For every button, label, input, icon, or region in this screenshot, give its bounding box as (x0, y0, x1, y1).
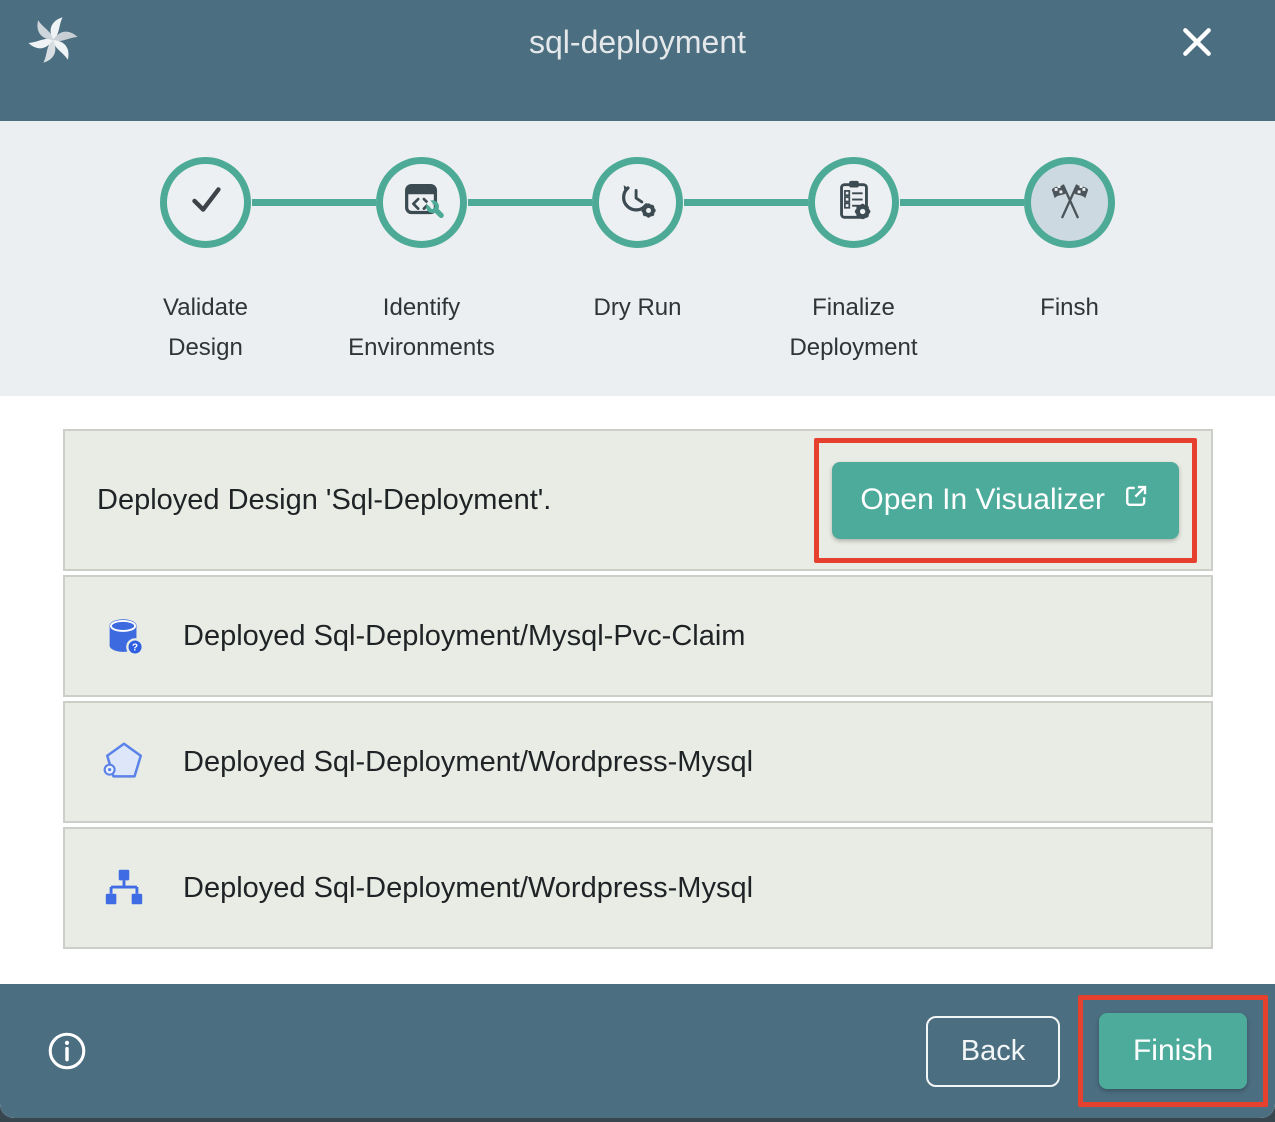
stepper-connector (252, 199, 376, 206)
open-in-visualizer-button[interactable]: Open In Visualizer (832, 462, 1179, 539)
stepper-connector (684, 199, 808, 206)
external-link-icon (1121, 481, 1151, 519)
step-label-line: Validate (163, 288, 248, 328)
step-label: Dry Run (593, 288, 681, 328)
step-finish: Finsh (962, 121, 1178, 368)
clipboard-gear-icon (831, 177, 877, 228)
deployed-item-row: ? Deployed Sql-Deployment/Mysql-Pvc-Clai… (63, 575, 1213, 697)
modal-header: sql-deployment (0, 0, 1275, 121)
back-button[interactable]: Back (926, 1016, 1060, 1087)
step-label: Finsh (1040, 288, 1099, 328)
database-icon: ? (101, 613, 147, 659)
stepper-connector (900, 199, 1024, 206)
info-icon[interactable] (44, 1028, 90, 1074)
step-label-line: Environments (348, 328, 495, 368)
step-validate-design: Validate Design (98, 121, 314, 368)
step-identify-environments: Identify Environments (314, 121, 530, 368)
annotation-box-visualizer: Open In Visualizer (814, 438, 1197, 563)
step-dry-run: Dry Run (530, 121, 746, 368)
deployed-item-text: Deployed Sql-Deployment/Wordpress-Mysql (183, 872, 753, 905)
code-window-wrench-icon (399, 177, 445, 228)
step-label-line: Finalize (789, 288, 917, 328)
step-finish-circle[interactable] (1024, 157, 1115, 248)
close-icon[interactable] (1177, 22, 1217, 62)
hierarchy-icon (101, 865, 147, 911)
step-label-line: Dry Run (593, 288, 681, 328)
deployed-item-text: Deployed Sql-Deployment/Mysql-Pvc-Claim (183, 620, 745, 653)
history-gear-icon (615, 177, 661, 228)
finish-button[interactable]: Finish (1099, 1013, 1247, 1089)
modal-footer: Back Finish (0, 984, 1275, 1118)
pentagon-icon (101, 739, 147, 785)
deployed-item-row: Deployed Sql-Deployment/Wordpress-Mysql (63, 701, 1213, 823)
stepper-connector (468, 199, 592, 206)
step-label: Finalize Deployment (789, 288, 917, 368)
deployment-results: Deployed Design 'Sql-Deployment'. Open I… (0, 396, 1275, 984)
deployment-wizard-modal: sql-deployment V (0, 0, 1275, 1118)
annotation-box-finish: Finish (1078, 995, 1268, 1107)
deployed-design-card: Deployed Design 'Sql-Deployment'. Open I… (63, 429, 1213, 571)
step-label-line: Deployment (789, 328, 917, 368)
deployment-stepper: Validate Design (0, 121, 1275, 396)
open-in-visualizer-label: Open In Visualizer (860, 483, 1105, 517)
check-icon (183, 177, 229, 228)
step-label-line: Design (163, 328, 248, 368)
step-finalize-deployment: Finalize Deployment (746, 121, 962, 368)
step-dry-run-circle[interactable] (592, 157, 683, 248)
deployed-design-message: Deployed Design 'Sql-Deployment'. (97, 484, 551, 517)
deployed-item-row: Deployed Sql-Deployment/Wordpress-Mysql (63, 827, 1213, 949)
svg-text:?: ? (132, 643, 138, 654)
step-label: Validate Design (163, 288, 248, 368)
step-finalize-deployment-circle[interactable] (808, 157, 899, 248)
deployed-item-text: Deployed Sql-Deployment/Wordpress-Mysql (183, 746, 753, 779)
step-label-line: Finsh (1040, 288, 1099, 328)
modal-title: sql-deployment (0, 24, 1275, 61)
step-label-line: Identify (348, 288, 495, 328)
step-label: Identify Environments (348, 288, 495, 368)
checkered-flags-icon (1047, 177, 1093, 228)
step-validate-design-circle[interactable] (160, 157, 251, 248)
step-identify-environments-circle[interactable] (376, 157, 467, 248)
